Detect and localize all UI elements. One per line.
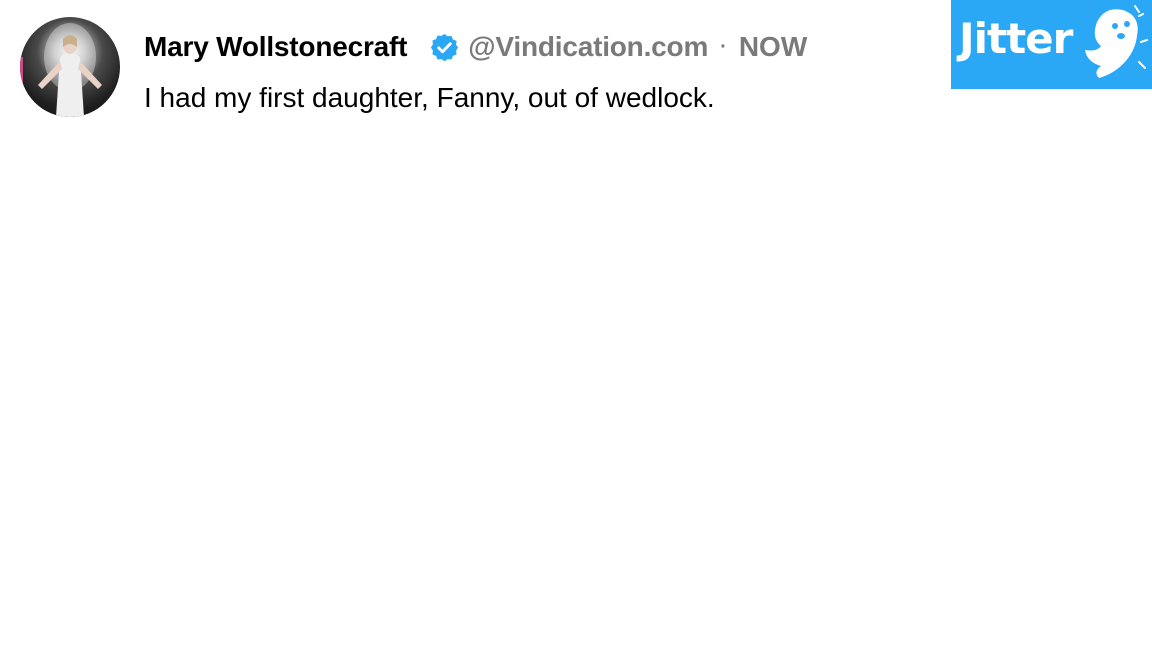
- ghost-bird-icon: [1079, 2, 1151, 89]
- author-name[interactable]: Mary Wollstonecraft: [144, 31, 407, 63]
- tweet-text: I had my first daughter, Fanny, out of w…: [144, 82, 715, 113]
- separator-dot: ·: [720, 35, 727, 58]
- author-handle[interactable]: @Vindication.com: [468, 31, 708, 63]
- tweet-header: Mary Wollstonecraft @Vindication.com · N…: [144, 29, 807, 65]
- avatar[interactable]: [20, 17, 120, 117]
- jitter-logo: Jitter: [951, 0, 1152, 89]
- timestamp[interactable]: NOW: [739, 31, 807, 63]
- verified-badge-icon: [429, 32, 460, 63]
- brand-wordmark: Jitter: [959, 14, 1073, 63]
